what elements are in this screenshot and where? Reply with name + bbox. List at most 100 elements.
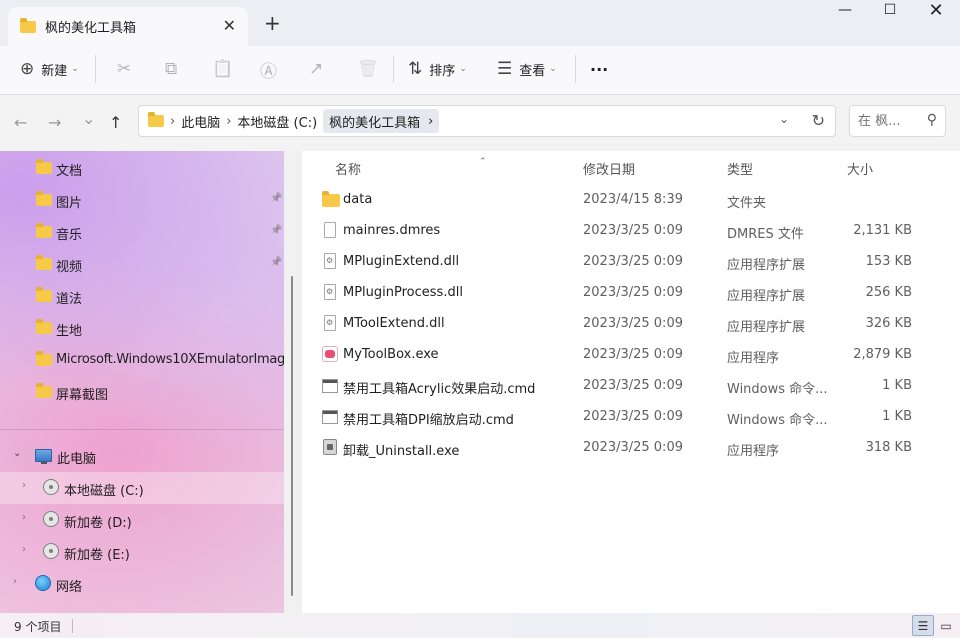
file-row[interactable]: MyToolBox.exe 2023/3/25 0:09 应用程序 2,879 … <box>302 340 960 371</box>
search-input[interactable] <box>858 112 916 130</box>
file-type: 应用程序扩展 <box>727 320 806 335</box>
pane-splitter[interactable] <box>284 151 302 613</box>
file-row[interactable]: 卸载_Uninstall.exe 2023/3/25 0:09 应用程序 318… <box>302 433 960 464</box>
file-name: data <box>343 192 373 207</box>
breadcrumb-current-folder[interactable]: 枫的美化工具箱 › <box>323 109 440 133</box>
maximize-button[interactable]: ☐ <box>867 2 913 26</box>
file-type: 应用程序 <box>727 444 780 459</box>
close-window-button[interactable]: ✕ <box>913 0 959 24</box>
file-date: 2023/3/25 0:09 <box>583 254 683 269</box>
folder-icon <box>36 223 52 238</box>
file-date: 2023/3/25 0:09 <box>583 347 683 362</box>
view-button[interactable]: ☰ 查看 ⌄ <box>497 46 557 92</box>
command-script-icon <box>322 410 338 424</box>
up-icon[interactable]: ↑ <box>109 113 122 132</box>
file-name: MToolExtend.dll <box>343 316 445 331</box>
file-row[interactable]: MToolExtend.dll 2023/3/25 0:09 应用程序扩展 32… <box>302 309 960 340</box>
sidebar-item-drive-e[interactable]: › 新加卷 (E:) <box>0 536 284 568</box>
column-header-type[interactable]: 类型 <box>727 159 753 178</box>
new-label: 新建 <box>41 63 68 79</box>
sidebar-item-shengdi[interactable]: 生地 <box>0 312 284 344</box>
sidebar-item-daofa[interactable]: 道法 <box>0 280 284 312</box>
folder-icon <box>36 383 52 398</box>
new-button[interactable]: ⊕ 新建 ⌄ <box>20 46 79 92</box>
divider <box>95 55 96 83</box>
file-size: 326 KB <box>865 316 912 331</box>
close-tab-icon[interactable]: ✕ <box>223 16 236 35</box>
tiles-view-button[interactable]: ▭ <box>935 615 957 636</box>
search-box[interactable]: ⚲ <box>849 105 946 137</box>
sort-ascending-icon: ⌃ <box>479 157 487 167</box>
sidebar-item-music[interactable]: 音乐 📌 <box>0 216 284 248</box>
column-header-name[interactable]: 名称 ⌃ <box>335 157 487 178</box>
sidebar-item-documents[interactable]: 文档 <box>0 152 284 184</box>
tab-current-folder[interactable]: 枫的美化工具箱 ✕ <box>8 7 248 46</box>
file-row[interactable]: 禁用工具箱DPI缩放启动.cmd 2023/3/25 0:09 Windows … <box>302 402 960 433</box>
recent-locations-icon[interactable]: ⌄ <box>82 109 95 128</box>
drive-icon <box>43 543 59 559</box>
back-icon[interactable]: ← <box>14 113 27 132</box>
sidebar-item-network[interactable]: › 网络 <box>0 568 284 600</box>
sidebar-scrollbar[interactable] <box>291 276 293 596</box>
chevron-right-icon[interactable]: › <box>22 544 26 555</box>
folder-icon <box>36 255 52 270</box>
sidebar-item-drive-c[interactable]: › 本地磁盘 (C:) <box>0 472 284 504</box>
details-view-icon: ☰ <box>917 618 929 633</box>
details-view-button[interactable]: ☰ <box>912 615 934 636</box>
column-header-date[interactable]: 修改日期 <box>583 159 635 178</box>
network-icon <box>35 575 51 591</box>
address-bar[interactable]: › 此电脑 › 本地磁盘 (C:) 枫的美化工具箱 › ⌄ ↻ <box>138 105 836 137</box>
sidebar-item-drive-d[interactable]: › 新加卷 (D:) <box>0 504 284 536</box>
file-date: 2023/3/25 0:09 <box>583 409 683 424</box>
share-icon: ↗ <box>309 59 324 79</box>
cut-button[interactable]: ✂ <box>117 46 131 92</box>
breadcrumb-this-pc[interactable]: 此电脑 <box>175 109 226 133</box>
sidebar-item-label: 本地磁盘 (C:) <box>64 484 144 499</box>
breadcrumb-local-disk-c[interactable]: 本地磁盘 (C:) <box>231 109 323 133</box>
file-row[interactable]: MPluginExtend.dll 2023/3/25 0:09 应用程序扩展 … <box>302 247 960 278</box>
sort-icon: ⇅ <box>408 59 423 79</box>
chevron-right-icon[interactable]: › <box>13 576 17 587</box>
file-row[interactable]: mainres.dmres 2023/3/25 0:09 DMRES 文件 2,… <box>302 216 960 247</box>
file-size: 2,879 KB <box>853 347 912 362</box>
column-header-size[interactable]: 大小 <box>847 159 873 178</box>
minimize-button[interactable]: — <box>822 2 868 26</box>
share-button[interactable]: ↗ <box>309 46 323 92</box>
file-row[interactable]: 禁用工具箱Acrylic效果启动.cmd 2023/3/25 0:09 Wind… <box>302 371 960 402</box>
delete-button[interactable]: 🗑 <box>357 46 379 92</box>
file-size: 1 KB <box>882 378 912 393</box>
pin-icon: 📌 <box>270 257 283 268</box>
address-history-dropdown[interactable]: ⌄ <box>779 112 789 126</box>
paste-button[interactable]: 📋 <box>212 46 233 92</box>
chevron-down-icon[interactable]: ⌄ <box>13 448 21 459</box>
sidebar-item-screenshots[interactable]: 屏幕截图 <box>0 376 284 408</box>
paste-icon: 📋 <box>212 59 234 79</box>
sidebar-item-label: 图片 <box>56 196 83 211</box>
pin-icon: 📌 <box>270 225 283 236</box>
document-icon <box>324 222 336 238</box>
sidebar-item-pictures[interactable]: 图片 📌 <box>0 184 284 216</box>
sort-button[interactable]: ⇅ 排序 ⌄ <box>408 46 467 92</box>
chevron-right-icon[interactable]: › <box>22 480 26 491</box>
file-row[interactable]: MPluginProcess.dll 2023/3/25 0:09 应用程序扩展… <box>302 278 960 309</box>
more-options-button[interactable]: ··· <box>590 46 608 92</box>
chevron-right-icon[interactable]: › <box>22 512 26 523</box>
dll-file-icon <box>324 253 336 269</box>
sidebar-item-emulator-image[interactable]: Microsoft.Windows10XEmulatorImag <box>0 344 284 376</box>
sidebar-item-this-pc[interactable]: ⌄ 此电脑 <box>0 440 284 472</box>
new-tab-button[interactable]: + <box>264 11 281 35</box>
refresh-icon[interactable]: ↻ <box>812 111 825 130</box>
tab-title: 枫的美化工具箱 <box>45 21 137 36</box>
folder-icon <box>148 112 164 127</box>
copy-button[interactable]: ⧉ <box>165 46 177 92</box>
file-date: 2023/4/15 8:39 <box>583 192 683 207</box>
search-icon[interactable]: ⚲ <box>927 112 937 128</box>
rename-button[interactable]: Ⓐ <box>260 46 277 92</box>
file-row[interactable]: data 2023/4/15 8:39 文件夹 <box>302 185 960 216</box>
view-icon: ☰ <box>497 59 513 79</box>
forward-icon[interactable]: → <box>48 113 61 132</box>
sidebar-item-videos[interactable]: 视频 📌 <box>0 248 284 280</box>
sidebar-item-label: 文档 <box>56 164 83 179</box>
folder-icon <box>36 191 52 206</box>
file-size: 153 KB <box>865 254 912 269</box>
